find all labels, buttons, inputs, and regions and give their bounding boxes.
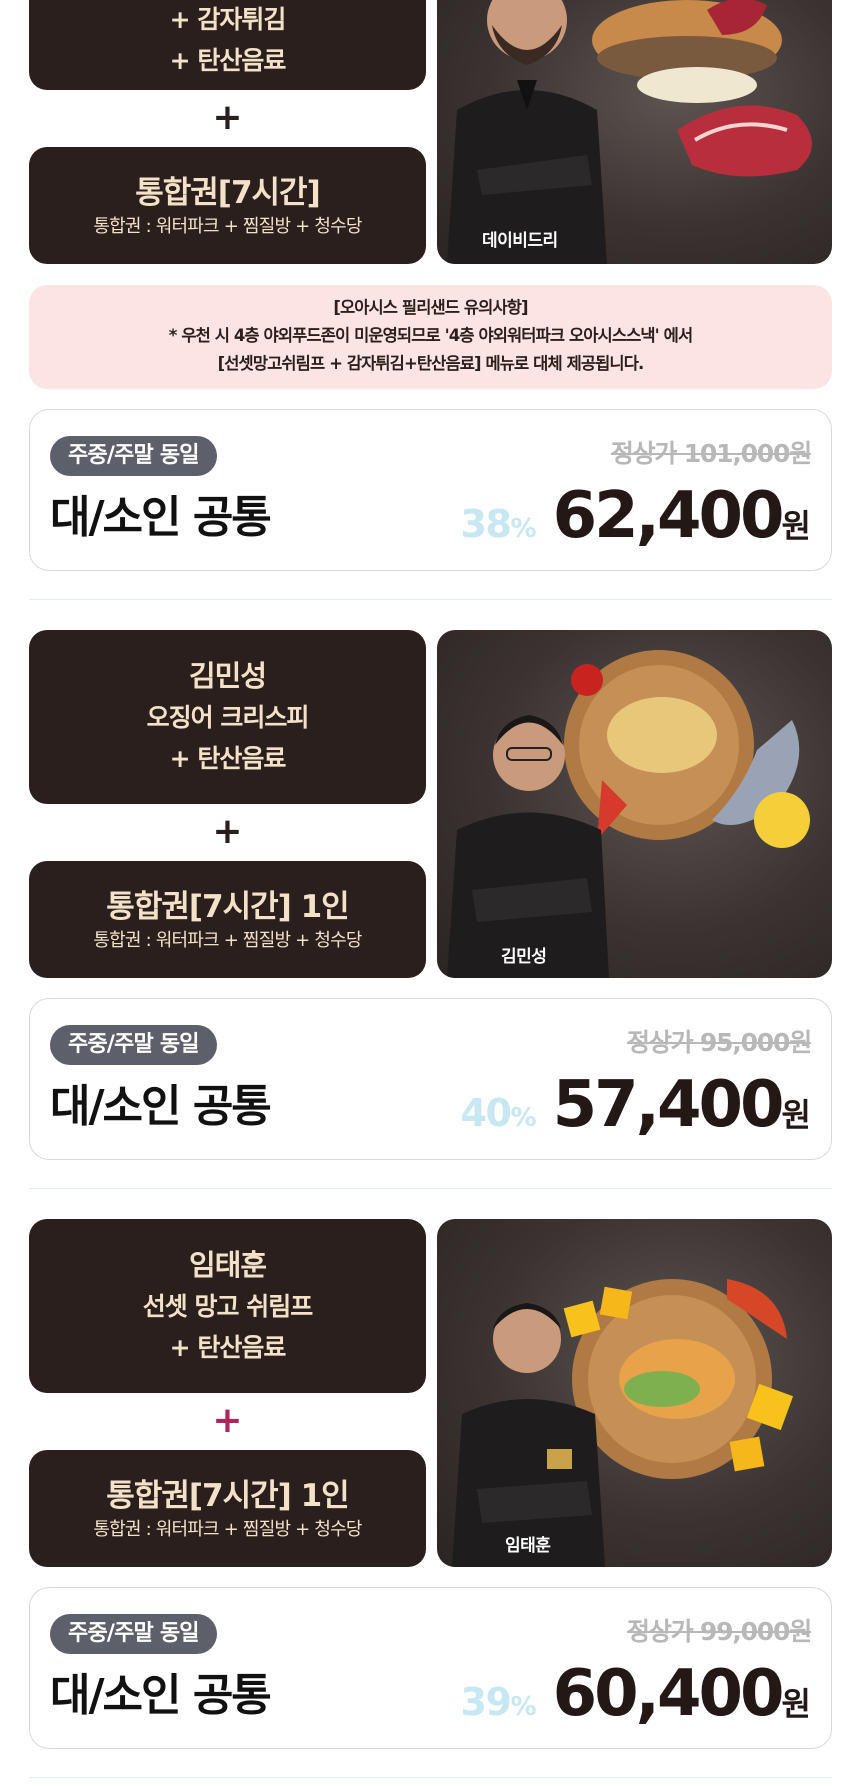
menu-line: + 탄산음료 <box>169 46 287 75</box>
price-box: 주중/주말 동일 대/소인 공통 정상가 95,000원 40% 57,400원 <box>29 998 832 1160</box>
pass-title: 통합권[7시간] 1인 <box>106 888 349 925</box>
discount-rate: 40% <box>460 1091 537 1135</box>
discount-rate: 39% <box>460 1680 537 1724</box>
price-unit: 원 <box>781 1685 811 1723</box>
price-box: 주중/주말 동일 대/소인 공통 정상가 101,000원 38% 62,400… <box>29 409 832 571</box>
pass-title: 통합권[7시간] <box>135 174 321 211</box>
chef-photo-lim-taehoon: 임태훈 <box>437 1219 832 1567</box>
chef-name: 임태훈 <box>188 1248 267 1282</box>
percent-sign: % <box>510 1692 536 1722</box>
regular-price: 정상가 99,000원 <box>627 1617 812 1646</box>
price-number: 57,400 <box>552 1068 785 1142</box>
chef-name-label: 임태훈 <box>505 1536 551 1556</box>
percent-sign: % <box>510 1103 536 1133</box>
regular-price: 정상가 95,000원 <box>627 1028 812 1057</box>
target-audience: 대/소인 공통 <box>50 492 272 543</box>
pass-subtitle: 통합권 : 워터파크 + 찜질방 + 청수당 <box>93 1518 362 1540</box>
pass-title: 통합권[7시간] 1인 <box>106 1477 349 1514</box>
chef-photo-kim-minsung: 김민성 <box>437 630 832 978</box>
sale-price: 57,400원 <box>553 1065 811 1155</box>
weekday-weekend-badge: 주중/주말 동일 <box>50 436 217 476</box>
weekday-weekend-badge: 주중/주말 동일 <box>50 1025 217 1065</box>
plus-sign: + <box>212 1400 243 1441</box>
price-number: 62,400 <box>552 479 785 553</box>
menu-line: 오징어 크리스피 <box>146 703 310 732</box>
notice-line: [선셋망고쉬림프 + 감자튀김+탄산음료] 메뉴로 대체 제공됩니다. <box>217 354 645 373</box>
target-audience: 대/소인 공통 <box>50 1081 272 1132</box>
price-number: 60,400 <box>552 1657 785 1731</box>
pass-card: 통합권[7시간] 1인 통합권 : 워터파크 + 찜질방 + 청수당 <box>29 861 426 978</box>
pass-card: 통합권[7시간] 통합권 : 워터파크 + 찜질방 + 청수당 <box>29 147 426 264</box>
price-unit: 원 <box>781 507 811 545</box>
plus-sign: + <box>212 97 243 138</box>
plus-sign: + <box>212 811 243 852</box>
section-divider <box>29 599 832 600</box>
chef-name-label: 김민성 <box>501 947 547 967</box>
menu-line: + 감자튀김 <box>169 5 287 34</box>
chef-name: 김민성 <box>188 659 267 693</box>
notice-box: [오아시스 필리샌드 유의사항] * 우천 시 4층 야외푸드존이 미운영되므로… <box>29 285 832 389</box>
percent-sign: % <box>510 514 536 544</box>
sale-price: 62,400원 <box>553 476 811 566</box>
menu-card-lim-taehoon: 임태훈 선셋 망고 쉬림프 + 탄산음료 <box>29 1219 426 1393</box>
regular-price: 정상가 101,000원 <box>610 439 812 468</box>
pass-card: 통합권[7시간] 1인 통합권 : 워터파크 + 찜질방 + 청수당 <box>29 1450 426 1567</box>
menu-line: + 탄산음료 <box>169 744 287 773</box>
menu-line: 선셋 망고 쉬림프 <box>142 1292 313 1321</box>
notice-line: * 우천 시 4층 야외푸드존이 미운영되므로 '4층 야외워터파크 오아시스스… <box>168 326 693 345</box>
discount-number: 40 <box>460 1091 512 1135</box>
section-divider <box>29 1777 832 1778</box>
pass-subtitle: 통합권 : 워터파크 + 찜질방 + 청수당 <box>93 215 362 237</box>
chef-name-label: 데이비드리 <box>482 231 558 251</box>
menu-card-kim-minsung: 김민성 오징어 크리스피 + 탄산음료 <box>29 630 426 804</box>
price-unit: 원 <box>781 1096 811 1134</box>
menu-line: + 탄산음료 <box>169 1333 287 1362</box>
sale-price: 60,400원 <box>553 1654 811 1744</box>
discount-number: 39 <box>460 1680 512 1724</box>
chef-food-illustration <box>447 0 812 264</box>
discount-number: 38 <box>460 502 512 546</box>
chef-photo-david-lee: 데이비드리 <box>437 0 832 264</box>
notice-title: [오아시스 필리샌드 유의사항] <box>333 298 528 317</box>
menu-card-david-lee: + 감자튀김 + 탄산음료 <box>29 0 426 90</box>
discount-rate: 38% <box>460 502 537 546</box>
target-audience: 대/소인 공통 <box>50 1670 272 1721</box>
section-divider <box>29 1188 832 1189</box>
chef-food-illustration <box>452 1279 794 1567</box>
pass-subtitle: 통합권 : 워터파크 + 찜질방 + 청수당 <box>93 929 362 951</box>
weekday-weekend-badge: 주중/주말 동일 <box>50 1614 217 1654</box>
price-box: 주중/주말 동일 대/소인 공통 정상가 99,000원 39% 60,400원 <box>29 1587 832 1749</box>
chef-food-illustration <box>447 650 810 978</box>
